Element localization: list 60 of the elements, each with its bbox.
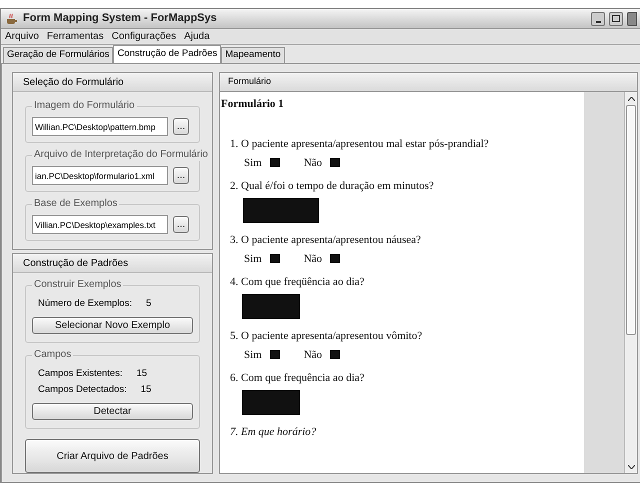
group-title: Base de Exemplos <box>32 198 120 210</box>
panel-header: Seleção do Formulário <box>13 73 212 92</box>
menu-item[interactable]: Arquivo <box>5 29 39 44</box>
checkbox-mark <box>330 254 340 263</box>
checkbox-mark <box>270 350 280 359</box>
checkbox-mark <box>330 158 340 167</box>
field-label: Número de Exemplos: <box>38 296 132 311</box>
checkbox-mark <box>330 350 340 359</box>
question-text: 7. Em que horário? <box>230 424 318 438</box>
menu-item[interactable]: Ajuda <box>184 29 210 44</box>
close-button[interactable] <box>627 12 637 26</box>
option-label: Sim <box>244 348 262 360</box>
action-button[interactable]: ... <box>173 216 189 233</box>
scroll-up-icon[interactable] <box>628 96 634 100</box>
coffee-cup-icon <box>5 12 19 24</box>
answer-box <box>242 390 300 414</box>
scrollbar[interactable] <box>624 92 637 473</box>
action-button[interactable]: ... <box>173 118 189 135</box>
action-button[interactable]: Detectar <box>32 403 193 420</box>
action-button[interactable]: ... <box>173 167 189 184</box>
question-text: 2. Qual é/foi o tempo de duração em minutos? <box>230 178 435 192</box>
path-field[interactable]: Willian.PC\Desktop\pattern.bmp <box>32 117 168 136</box>
group-title: Construir Exemplos <box>32 279 124 291</box>
field-value: 15 <box>136 366 148 381</box>
option-label: Não <box>304 156 322 168</box>
action-button[interactable]: Criar Arquivo de Padrões <box>25 439 200 473</box>
question-text: 3. O paciente apresenta/apresentou náusea? <box>230 232 422 246</box>
minimize-button[interactable] <box>591 12 605 26</box>
menu-item[interactable]: Configurações <box>112 29 176 44</box>
menu-item[interactable]: Ferramentas <box>46 29 104 44</box>
path-field[interactable]: Villian.PC\Desktop\examples.txt <box>32 215 168 234</box>
path-field[interactable]: ian.PC\Desktop\formulario1.xml <box>32 166 168 185</box>
group-title: Campos <box>32 349 74 361</box>
option-label: Não <box>304 252 322 264</box>
field-label: Campos Detectados: <box>38 382 127 397</box>
question-text: 6. Com que frequência ao dia? <box>230 370 366 384</box>
question-text: 5. O paciente apresenta/apresentou vômito? <box>230 328 424 342</box>
field-value: 5 <box>146 296 152 311</box>
group-title: Arquivo de Interpretação do Formulário <box>32 149 210 161</box>
action-button[interactable]: Selecionar Novo Exemplo <box>32 317 193 334</box>
field-label: Campos Existentes: <box>38 366 122 381</box>
document-title: Formulário 1 <box>220 97 285 112</box>
field-value: 15 <box>140 382 152 397</box>
group-title: Imagem do Formulário <box>32 100 137 112</box>
question-text: 1. O paciente apresenta/apresentou mal estar pós-prandial? <box>230 136 490 150</box>
checkbox-mark <box>270 254 280 263</box>
panel-header: Construção de Padrões <box>13 254 212 273</box>
option-label: Sim <box>244 252 262 264</box>
window-title: Form Mapping System - ForMappSys <box>23 11 218 26</box>
panel-header: Formulário <box>220 73 637 92</box>
maximize-button[interactable] <box>609 12 623 26</box>
answer-box <box>242 294 300 318</box>
tab[interactable]: Geração de Formulários <box>3 47 114 63</box>
question-text: 4. Com que freqüência ao dia? <box>230 274 366 288</box>
option-label: Sim <box>244 156 262 168</box>
tab[interactable]: Construção de Padrões <box>113 45 222 63</box>
scroll-down-icon[interactable] <box>628 464 634 468</box>
option-label: Não <box>304 348 322 360</box>
checkbox-mark <box>270 158 280 167</box>
tab[interactable]: Mapeamento <box>221 47 285 63</box>
